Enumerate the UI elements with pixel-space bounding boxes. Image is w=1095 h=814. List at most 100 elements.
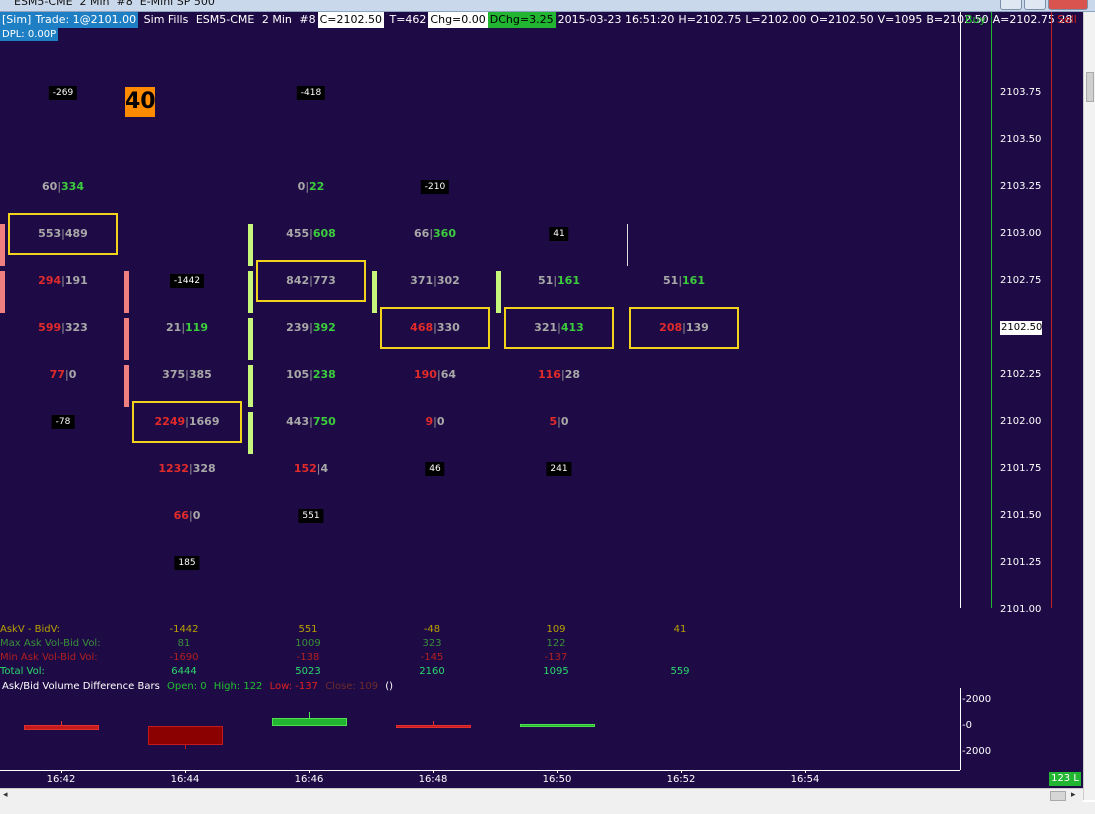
footprint-cell: 321|413	[504, 307, 614, 349]
current-bar-marker	[627, 224, 628, 266]
stats-row-label: Total Vol:	[0, 666, 45, 677]
close-button[interactable]	[1048, 0, 1088, 10]
bid-volume: 468	[410, 321, 434, 334]
footprint-cell: 5|0	[504, 411, 614, 433]
vertical-scrollbar[interactable]	[1083, 12, 1095, 800]
stats-value: 551	[298, 624, 318, 635]
bar-delta-label: -269	[48, 86, 78, 100]
volume-diff-wick	[61, 721, 62, 725]
indicator-close: Close: 109	[325, 681, 379, 692]
ask-volume: 28	[564, 368, 580, 381]
ask-volume: 750	[312, 415, 336, 428]
ask-volume: 161	[682, 274, 705, 287]
volume-marker-bar	[248, 412, 253, 454]
bid-volume: 5	[549, 415, 558, 428]
price-axis-label: 2102.00	[1000, 416, 1042, 427]
indicator-params: ()	[385, 681, 394, 692]
bid-volume: 842	[286, 274, 310, 287]
volume-marker-bar	[248, 365, 253, 407]
ask-volume: 238	[312, 368, 336, 381]
footprint-cell: 443|750	[256, 411, 366, 433]
datetime-value: 2015-03-23 16:51:20	[557, 13, 675, 26]
bid-volume: 116	[538, 368, 561, 381]
ask-volume: 139	[685, 321, 709, 334]
chart-info-bar: [Sim] Trade: 1@2101.00 Sim Fills ESM5-CME…	[0, 12, 1074, 28]
price-axis-label: 2101.25	[1000, 557, 1042, 568]
footprint-cell: 468|330	[380, 307, 490, 349]
price-axis-label: 2101.75	[1000, 463, 1042, 474]
ask-volume: 22	[309, 180, 325, 193]
scroll-left-icon[interactable]: ◂	[3, 790, 8, 800]
indicator-title: Ask/Bid Volume Difference Bars	[2, 681, 160, 692]
stats-value: 81	[177, 638, 191, 649]
ask-volume: 323	[64, 321, 88, 334]
ask-volume: 0	[436, 415, 445, 428]
window-title: ESM5-CME 2 Min #8 E-Mini SP 500	[14, 0, 215, 8]
stats-row-label: Min Ask Vol-Bid Vol:	[0, 652, 98, 663]
buy-label[interactable]: Buy	[965, 12, 986, 28]
bid-volume: 51	[663, 274, 679, 287]
price-axis-label: 2103.25	[1000, 181, 1042, 192]
time-axis-line	[0, 770, 960, 771]
ask-volume: 119	[185, 321, 208, 334]
position-badge: 123 L	[1049, 772, 1081, 786]
price-axis-label: 2101.50	[1000, 510, 1042, 521]
footprint-cell: 21|119	[132, 317, 242, 339]
stats-value: 122	[546, 638, 566, 649]
price-axis-label: 2103.00	[1000, 228, 1042, 239]
minimize-button[interactable]	[1000, 0, 1022, 10]
stats-value: -137	[544, 652, 568, 663]
volume-marker-bar	[248, 224, 253, 266]
indicator-axis-top: -2000	[962, 694, 992, 705]
volume-diff-wick	[185, 745, 186, 749]
bid-volume: 208	[659, 321, 683, 334]
maximize-button[interactable]	[1024, 0, 1046, 10]
time-axis-tick	[681, 770, 682, 773]
horizontal-scrollbar[interactable]: ◂ ▸	[0, 788, 1083, 802]
time-axis-label: 16:44	[170, 774, 200, 785]
volume-diff-bar	[520, 724, 595, 727]
bid-volume: 443	[286, 415, 310, 428]
bar-delta-label: 46	[425, 462, 445, 476]
chart-number: #8	[299, 13, 316, 26]
footprint-cell: 77|0	[8, 364, 118, 386]
scroll-right-icon[interactable]: ▸	[1071, 790, 1076, 800]
indicator-axis-zero: -0	[962, 720, 972, 731]
footprint-cell: 66|360	[380, 223, 490, 245]
time-axis-label: 16:46	[294, 774, 324, 785]
bid-volume: 9	[425, 415, 434, 428]
volume-diff-wick	[433, 721, 434, 725]
stats-row-label: AskV - BidV:	[0, 624, 61, 635]
bid-volume: 77	[49, 368, 65, 381]
bid-volume: 455	[286, 227, 310, 240]
ask-volume: 392	[312, 321, 336, 334]
window-titlebar: ESM5-CME 2 Min #8 E-Mini SP 500	[0, 0, 1095, 12]
footprint-cell: 0|22	[256, 176, 366, 198]
bid-volume: 599	[38, 321, 62, 334]
price-axis-label: 2103.50	[1000, 134, 1042, 145]
volume-diff-bar	[272, 718, 347, 726]
bid-volume: 21	[166, 321, 182, 334]
stats-value: 5023	[295, 666, 321, 677]
horizontal-scroll-thumb[interactable]	[1050, 791, 1066, 801]
volume-marker-bar	[124, 271, 129, 313]
bid-volume: 105	[286, 368, 310, 381]
bar-delta-label: -418	[296, 86, 326, 100]
sim-badge: [Sim]	[0, 12, 34, 28]
sell-label[interactable]: Sell	[1057, 12, 1077, 28]
dpl-label: DPL: 0.00P	[0, 28, 59, 41]
vertical-scroll-thumb[interactable]	[1086, 72, 1094, 102]
footprint-cell: 371|302	[380, 270, 490, 292]
time-axis-label: 16:50	[542, 774, 572, 785]
buy-column-line	[991, 12, 992, 608]
chart-area[interactable]: [Sim] Trade: 1@2101.00 Sim Fills ESM5-CME…	[0, 12, 1083, 800]
volume-diff-bar	[396, 725, 471, 728]
price-axis-label: 2103.75	[1000, 87, 1042, 98]
stats-value: 109	[546, 624, 566, 635]
ask-volume: 360	[433, 227, 456, 240]
time-axis-tick	[805, 770, 806, 773]
ask-volume: 385	[188, 368, 212, 381]
close-value: C=2102.50	[317, 12, 384, 28]
bar-delta-label: -78	[51, 415, 75, 429]
ask-volume: 0	[192, 509, 201, 522]
